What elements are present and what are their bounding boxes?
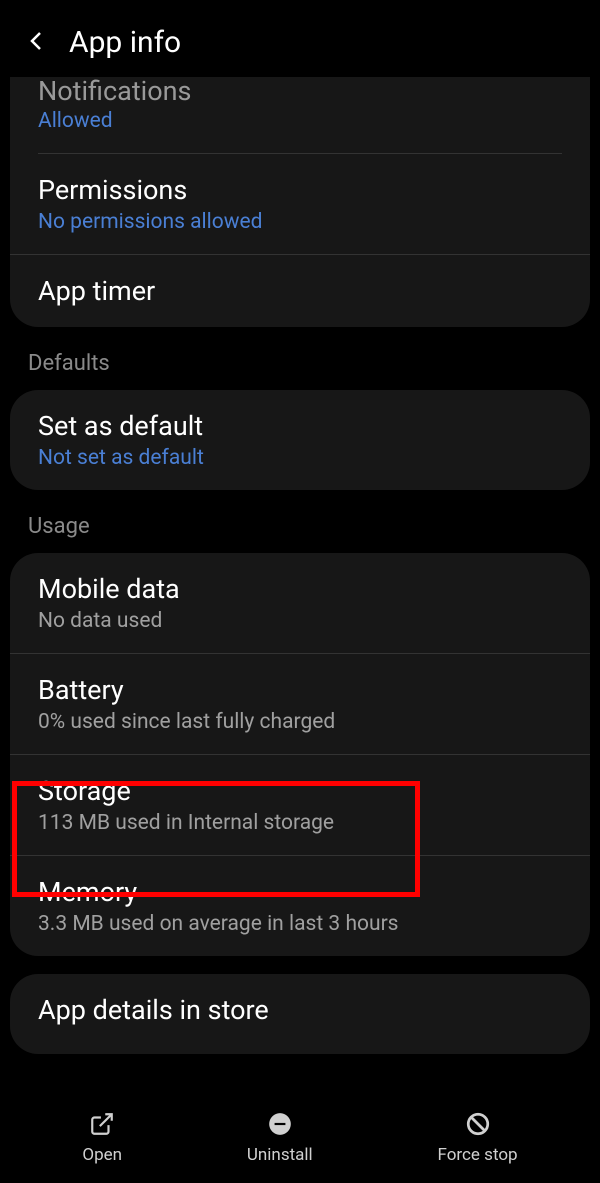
- open-label: Open: [82, 1145, 122, 1165]
- app-timer-title: App timer: [38, 275, 562, 307]
- section-usage: Usage: [0, 508, 600, 553]
- row-notifications[interactable]: Notifications Allowed: [10, 77, 590, 154]
- battery-title: Battery: [38, 674, 562, 706]
- page-title: App info: [69, 25, 181, 60]
- row-permissions[interactable]: Permissions No permissions allowed: [10, 154, 590, 255]
- force-stop-button[interactable]: Force stop: [438, 1111, 518, 1165]
- open-icon: [89, 1111, 115, 1137]
- notifications-title: Notifications: [38, 77, 562, 105]
- storage-title: Storage: [38, 775, 562, 807]
- uninstall-label: Uninstall: [247, 1145, 313, 1165]
- bottom-bar: Open Uninstall Force stop: [0, 1093, 600, 1183]
- card-app-settings: Notifications Allowed Permissions No per…: [10, 77, 590, 327]
- set-default-title: Set as default: [38, 410, 562, 442]
- section-defaults: Defaults: [0, 345, 600, 390]
- uninstall-button[interactable]: Uninstall: [247, 1111, 313, 1165]
- permissions-title: Permissions: [38, 174, 562, 206]
- back-icon[interactable]: [25, 29, 49, 57]
- set-default-sub: Not set as default: [38, 446, 562, 470]
- memory-sub: 3.3 MB used on average in last 3 hours: [38, 912, 562, 936]
- permissions-sub: No permissions allowed: [38, 210, 562, 234]
- row-set-default[interactable]: Set as default Not set as default: [10, 390, 590, 490]
- force-stop-label: Force stop: [438, 1145, 518, 1165]
- open-button[interactable]: Open: [82, 1111, 122, 1165]
- minus-circle-icon: [267, 1111, 293, 1137]
- prohibit-icon: [465, 1111, 491, 1137]
- mobile-data-sub: No data used: [38, 609, 562, 633]
- row-app-details[interactable]: App details in store: [10, 974, 590, 1054]
- app-details-title: App details in store: [38, 994, 562, 1026]
- row-battery[interactable]: Battery 0% used since last fully charged: [10, 654, 590, 755]
- card-usage: Mobile data No data used Battery 0% used…: [10, 553, 590, 956]
- battery-sub: 0% used since last fully charged: [38, 710, 562, 734]
- header: App info: [0, 0, 600, 80]
- card-app-details: App details in store: [10, 974, 590, 1054]
- row-storage[interactable]: Storage 113 MB used in Internal storage: [10, 755, 590, 856]
- storage-sub: 113 MB used in Internal storage: [38, 811, 562, 835]
- row-mobile-data[interactable]: Mobile data No data used: [10, 553, 590, 654]
- notifications-sub: Allowed: [38, 109, 562, 154]
- row-memory[interactable]: Memory 3.3 MB used on average in last 3 …: [10, 856, 590, 956]
- memory-title: Memory: [38, 876, 562, 908]
- card-defaults: Set as default Not set as default: [10, 390, 590, 490]
- row-app-timer[interactable]: App timer: [10, 255, 590, 327]
- mobile-data-title: Mobile data: [38, 573, 562, 605]
